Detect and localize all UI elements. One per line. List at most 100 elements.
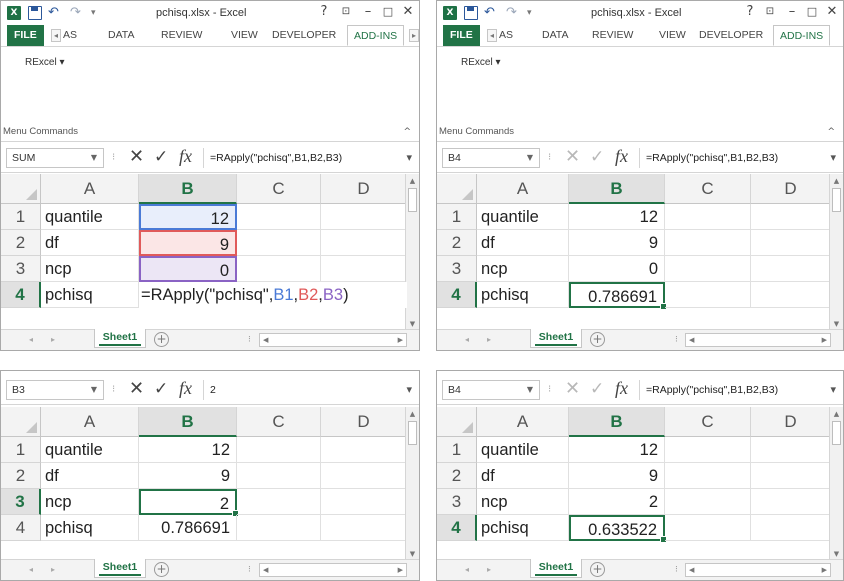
- cancel-icon[interactable]: ✕: [565, 147, 580, 167]
- select-all-corner[interactable]: [1, 407, 41, 437]
- cell-d1[interactable]: [321, 204, 407, 230]
- column-header-a[interactable]: A: [41, 407, 139, 437]
- maximize-icon[interactable]: □: [805, 4, 819, 20]
- chevron-down-icon[interactable]: ▼: [527, 149, 533, 167]
- sheet-prev-icon[interactable]: ◂: [465, 563, 469, 577]
- scroll-right-icon[interactable]: ▶: [822, 334, 827, 346]
- close-icon[interactable]: ✕: [401, 4, 415, 20]
- cell-a1[interactable]: quantile: [41, 437, 139, 463]
- row-header-4[interactable]: 4: [437, 515, 477, 541]
- cell-b2[interactable]: 9: [569, 463, 665, 489]
- cell-a3[interactable]: ncp: [477, 489, 569, 515]
- expand-formula-icon[interactable]: ▾: [830, 151, 836, 165]
- row-header-4[interactable]: 4: [1, 282, 41, 308]
- sheet-next-icon[interactable]: ▸: [487, 333, 491, 347]
- cell-a1[interactable]: quantile: [477, 204, 569, 230]
- tab-developer[interactable]: DEVELOPER: [699, 25, 763, 46]
- horizontal-scrollbar[interactable]: ◀ ▶: [259, 563, 407, 577]
- cell-d3[interactable]: [751, 489, 831, 515]
- cell-c4[interactable]: [665, 282, 751, 308]
- customize-qat-icon[interactable]: ▾: [91, 6, 96, 20]
- save-icon[interactable]: [464, 6, 478, 20]
- cell-c1[interactable]: [665, 204, 751, 230]
- cell-a2[interactable]: df: [477, 463, 569, 489]
- enter-check-icon[interactable]: ✓: [154, 379, 168, 399]
- column-header-d[interactable]: D: [751, 174, 831, 204]
- name-box[interactable]: B4 ▼: [442, 380, 540, 400]
- tab-partial[interactable]: AS: [499, 25, 513, 46]
- cell-d1[interactable]: [321, 437, 407, 463]
- cell-c3[interactable]: [237, 256, 321, 282]
- select-all-corner[interactable]: [1, 174, 41, 204]
- name-box[interactable]: B3 ▼: [6, 380, 104, 400]
- sheet-tab-sheet1[interactable]: Sheet1: [530, 329, 582, 348]
- column-header-c[interactable]: C: [237, 174, 321, 204]
- scroll-right-icon[interactable]: ▶: [822, 564, 827, 576]
- cell-d2[interactable]: [751, 463, 831, 489]
- sheet-next-icon[interactable]: ▸: [487, 563, 491, 577]
- insert-function-icon[interactable]: fx: [179, 146, 192, 166]
- horizontal-scrollbar[interactable]: ◀ ▶: [685, 333, 831, 347]
- row-header-2[interactable]: 2: [1, 230, 41, 256]
- scroll-thumb[interactable]: [408, 421, 417, 445]
- chevron-down-icon[interactable]: ▼: [527, 381, 533, 399]
- cell-b4[interactable]: 0.786691: [139, 515, 237, 541]
- cell-c3[interactable]: [237, 489, 321, 515]
- save-icon[interactable]: [28, 6, 42, 20]
- sheet-prev-icon[interactable]: ◂: [465, 333, 469, 347]
- vertical-scrollbar[interactable]: ▲ ▼: [405, 407, 419, 561]
- enter-check-icon[interactable]: ✓: [154, 147, 168, 167]
- select-all-corner[interactable]: [437, 407, 477, 437]
- undo-icon[interactable]: ↶: [48, 6, 62, 20]
- column-header-c[interactable]: C: [665, 407, 751, 437]
- cell-b1[interactable]: 12: [139, 204, 237, 230]
- redo-icon[interactable]: ↷: [506, 6, 520, 20]
- cell-d4[interactable]: [751, 515, 831, 541]
- splitter-icon[interactable]: ⁝: [248, 563, 251, 577]
- scroll-thumb[interactable]: [832, 421, 841, 445]
- cell-c4[interactable]: [665, 515, 751, 541]
- scroll-left-icon[interactable]: ◀: [689, 564, 694, 576]
- cell-d1[interactable]: [751, 204, 831, 230]
- formula-input[interactable]: =RApply("pchisq",B1,B2,B3): [639, 380, 817, 400]
- scroll-right-icon[interactable]: ▶: [398, 334, 403, 346]
- add-sheet-icon[interactable]: +: [154, 562, 169, 577]
- cell-d2[interactable]: [751, 230, 831, 256]
- row-header-3[interactable]: 3: [437, 489, 477, 515]
- select-all-corner[interactable]: [437, 174, 477, 204]
- column-header-a[interactable]: A: [41, 174, 139, 204]
- horizontal-scrollbar[interactable]: ◀ ▶: [259, 333, 407, 347]
- column-header-b[interactable]: B: [139, 407, 237, 437]
- formula-input[interactable]: =RApply("pchisq",B1,B2,B3): [203, 148, 393, 168]
- enter-check-icon[interactable]: ✓: [590, 147, 604, 167]
- cell-b2[interactable]: 9: [139, 463, 237, 489]
- expand-formula-icon[interactable]: ▾: [406, 151, 412, 165]
- cell-b3[interactable]: 0: [569, 256, 665, 282]
- add-sheet-icon[interactable]: +: [154, 332, 169, 347]
- cell-b4[interactable]: 0.633522: [569, 515, 667, 543]
- row-header-3[interactable]: 3: [437, 256, 477, 282]
- column-header-d[interactable]: D: [321, 407, 407, 437]
- scroll-up-icon[interactable]: ▲: [407, 176, 418, 186]
- tab-file[interactable]: FILE: [443, 25, 480, 46]
- sheet-prev-icon[interactable]: ◂: [29, 563, 33, 577]
- minimize-icon[interactable]: –: [361, 4, 375, 20]
- column-header-a[interactable]: A: [477, 174, 569, 204]
- row-header-2[interactable]: 2: [437, 230, 477, 256]
- scroll-left-icon[interactable]: ◀: [263, 334, 268, 346]
- insert-function-icon[interactable]: fx: [615, 378, 628, 398]
- row-header-1[interactable]: 1: [1, 437, 41, 463]
- formula-input[interactable]: =RApply("pchisq",B1,B2,B3): [639, 148, 817, 168]
- ribbon-display-icon[interactable]: ⊡: [763, 4, 777, 20]
- cell-b4-editing[interactable]: =RApply("pchisq",B1,B2,B3): [139, 282, 407, 308]
- tab-partial[interactable]: AS: [63, 25, 77, 46]
- cell-a3[interactable]: ncp: [477, 256, 569, 282]
- cell-b4[interactable]: 0.786691: [569, 282, 667, 310]
- scroll-down-icon[interactable]: ▼: [407, 319, 418, 329]
- ribbon-display-icon[interactable]: ⊡: [339, 4, 353, 20]
- maximize-icon[interactable]: □: [381, 4, 395, 20]
- scroll-right-icon[interactable]: ▶: [398, 564, 403, 576]
- cell-a3[interactable]: ncp: [41, 489, 139, 515]
- customize-qat-icon[interactable]: ▾: [527, 6, 532, 20]
- cell-a4[interactable]: pchisq: [41, 515, 139, 541]
